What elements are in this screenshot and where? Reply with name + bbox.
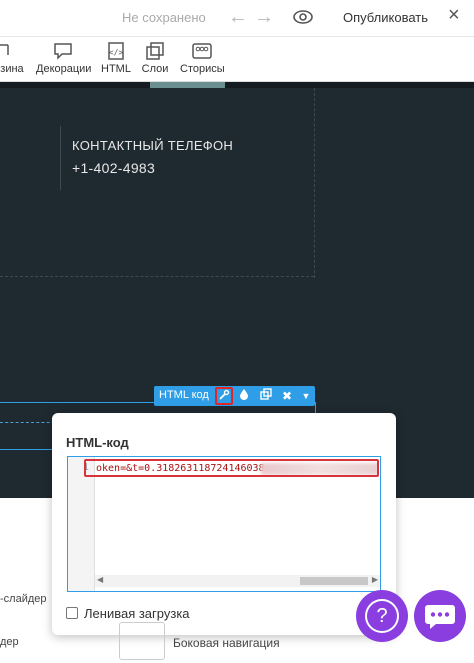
- contact-heading[interactable]: КОНТАКТНЫЙ ТЕЛЕФОН: [72, 138, 233, 153]
- image-strip-accent: [150, 82, 225, 88]
- setting-label: дер: [0, 636, 19, 648]
- stories-icon: [180, 41, 224, 61]
- scroll-right-icon[interactable]: ▶: [372, 575, 378, 584]
- undo-icon[interactable]: ←: [228, 6, 248, 28]
- scroll-left-icon[interactable]: ◀: [97, 575, 103, 584]
- redo-icon[interactable]: →: [254, 6, 274, 28]
- save-status: Не сохранено: [122, 10, 206, 25]
- cart-icon: [0, 41, 24, 61]
- chat-bubble-icon: [425, 605, 455, 629]
- duplicate-icon[interactable]: [257, 387, 275, 405]
- side-nav-preview[interactable]: [119, 622, 165, 660]
- speech-bubble-icon: [36, 41, 90, 61]
- toolbar-item-label: HTML: [101, 63, 131, 75]
- highlighted-code-line[interactable]: oken=&t=0.318263118724146038: [84, 459, 379, 477]
- toolbar-item-html[interactable]: </> HTML: [100, 41, 132, 75]
- toolbar-item-label: Декорации: [36, 63, 92, 75]
- html-block-toolbar: HTML код ✖ ▼: [154, 386, 315, 406]
- editor-gutter: [68, 457, 95, 591]
- delete-icon[interactable]: ✖: [278, 387, 296, 405]
- editor-toolbar: зина Декорации </> HTML Слои Сторисы: [0, 37, 474, 82]
- toolbar-item-label: Сторисы: [180, 63, 225, 75]
- toolbar-item-stories[interactable]: Сторисы: [180, 41, 225, 75]
- lazy-load-label: Ленивая загрузка: [84, 606, 190, 621]
- toolbar-item-label: Слои: [141, 63, 169, 75]
- toolbar-item-label: зина: [0, 63, 24, 75]
- html-block-label: HTML код: [159, 389, 209, 401]
- blurred-code: [261, 463, 377, 475]
- contact-divider: [60, 126, 61, 190]
- top-bar: Не сохранено ← → Опубликовать ×: [0, 0, 474, 37]
- lazy-load-option[interactable]: Ленивая загрузка: [66, 606, 190, 621]
- help-button[interactable]: ?: [356, 590, 408, 642]
- publish-button[interactable]: Опубликовать: [343, 10, 428, 25]
- side-nav-label: Боковая навигация: [173, 636, 280, 650]
- style-drop-icon[interactable]: [235, 387, 253, 405]
- horizontal-scrollbar[interactable]: ◀ ▶: [95, 575, 380, 587]
- block-guide-vertical: [314, 88, 315, 278]
- close-icon[interactable]: ×: [448, 4, 460, 27]
- block-guide-horizontal: [0, 276, 314, 277]
- layers-icon: [140, 41, 170, 61]
- html-code-dialog: HTML-код 1 oken=&t=0.318263118724146038 …: [52, 413, 396, 635]
- lazy-load-checkbox[interactable]: [66, 607, 78, 619]
- toolbar-item-cart[interactable]: зина: [0, 41, 24, 75]
- image-strip: [0, 82, 474, 88]
- chevron-down-icon[interactable]: ▼: [297, 387, 315, 405]
- code-file-icon: </>: [100, 41, 132, 61]
- toolbar-item-layers[interactable]: Слои: [140, 41, 170, 75]
- slider-setting-label: -слайдер: [0, 593, 47, 605]
- code-text: oken=&t=0.318263118724146038: [96, 463, 265, 474]
- dialog-title: HTML-код: [66, 435, 129, 450]
- html-code-editor[interactable]: 1 oken=&t=0.318263118724146038 ◀ ▶: [67, 456, 381, 592]
- selected-block-guide: [0, 422, 60, 423]
- preview-eye-icon[interactable]: [293, 9, 313, 30]
- chat-button[interactable]: [414, 590, 466, 642]
- scrollbar-thumb[interactable]: [300, 577, 368, 585]
- question-icon: ?: [365, 599, 399, 633]
- toolbar-item-decorations[interactable]: Декорации: [36, 41, 92, 75]
- svg-text:</>: </>: [109, 48, 124, 57]
- contact-phone[interactable]: +1-402-4983: [72, 160, 155, 176]
- edit-wrench-icon[interactable]: [215, 387, 233, 405]
